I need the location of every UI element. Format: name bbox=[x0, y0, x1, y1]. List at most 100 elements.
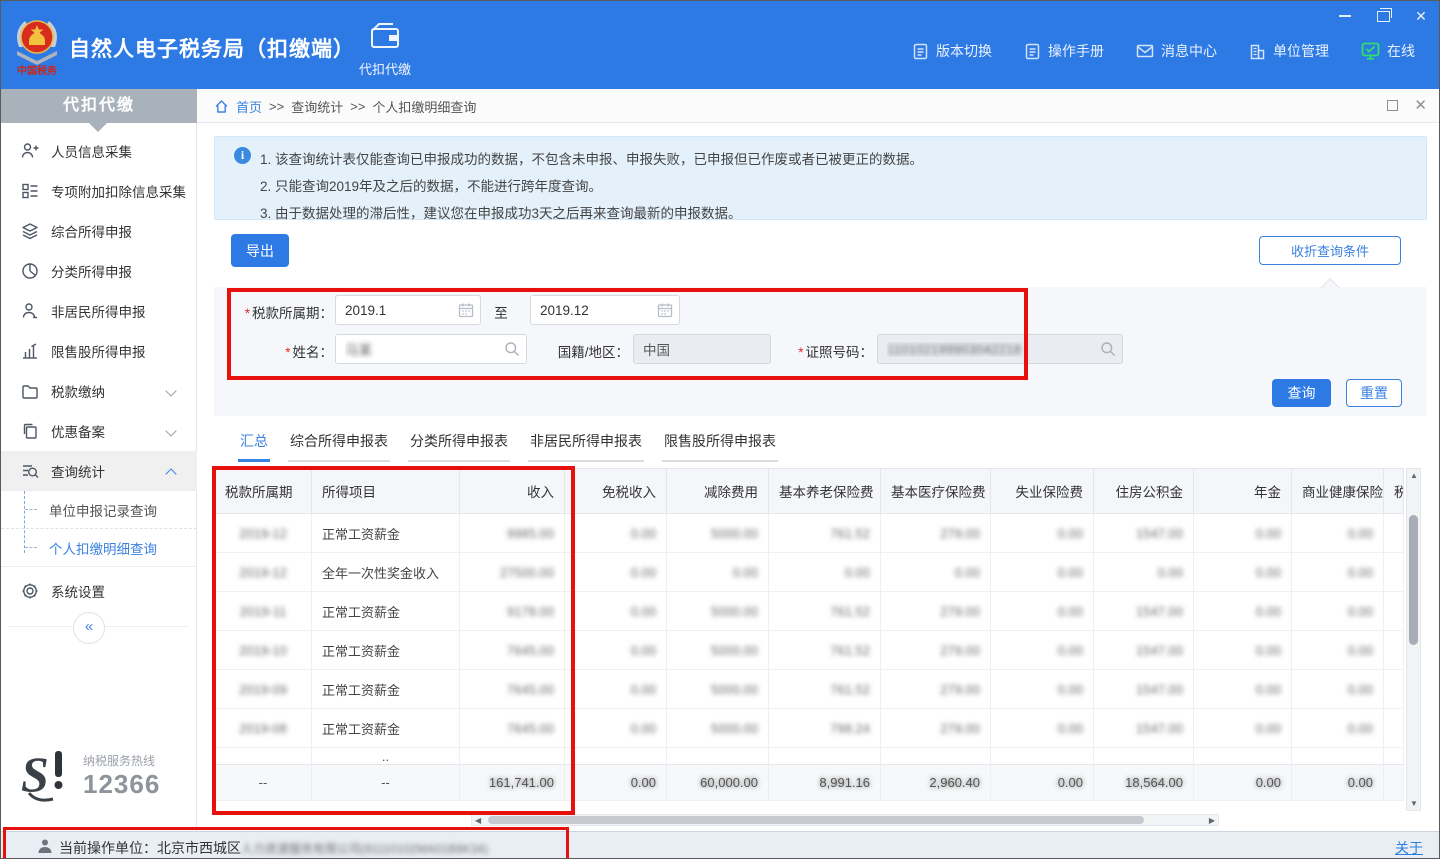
copy-icon bbox=[21, 422, 39, 440]
sidebar-item-comprehensive-income[interactable]: 综合所得申报 bbox=[1, 211, 197, 251]
collapse-query-button[interactable]: 收折查询条件 bbox=[1259, 236, 1401, 265]
breadcrumb-home-link[interactable]: 首页 bbox=[236, 97, 262, 116]
wallet-icon bbox=[369, 21, 401, 51]
sidebar-collapse-button[interactable]: « bbox=[73, 612, 105, 644]
tab-restricted-stock[interactable]: 限售股所得申报表 bbox=[662, 431, 778, 462]
sidebar-item-nonresident-income[interactable]: 非居民所得申报 bbox=[1, 291, 197, 331]
breadcrumb-bar: 首页 >> 查询统计 >> 个人扣缴明细查询 ✕ bbox=[197, 89, 1440, 123]
column-header: 基本养老保险费 bbox=[769, 469, 881, 514]
name-field bbox=[335, 334, 527, 364]
breadcrumb-separator: >> bbox=[350, 99, 365, 114]
chevron-down-icon bbox=[165, 385, 176, 396]
checklist-icon bbox=[21, 182, 39, 200]
unit-name: 北京市西城区 bbox=[157, 840, 241, 856]
document-icon bbox=[912, 43, 929, 60]
name-input[interactable] bbox=[335, 334, 527, 364]
module-tab-label: 代扣代缴 bbox=[345, 59, 425, 78]
period-from-input[interactable] bbox=[335, 295, 481, 325]
sidebar-item-tax-payment[interactable]: 税款缴纳 bbox=[1, 371, 197, 411]
column-header: 基本医疗保险费 bbox=[881, 469, 991, 514]
monitor-check-icon bbox=[1361, 42, 1380, 60]
notice-line: 3. 由于数据处理的滞后性，建议您在申报成功3天之后再来查询最新的申报数据。 bbox=[260, 202, 1410, 222]
sidebar-item-classified-income[interactable]: 分类所得申报 bbox=[1, 251, 197, 291]
tab-withholding-module[interactable]: 代扣代缴 bbox=[345, 15, 425, 81]
vertical-scroll-thumb[interactable] bbox=[1409, 515, 1418, 645]
tab-comprehensive-income[interactable]: 综合所得申报表 bbox=[288, 431, 390, 462]
column-header: 税款所属期 bbox=[215, 469, 312, 514]
notice-line: 2. 只能查询2019年及之后的数据，不能进行跨年度查询。 bbox=[260, 175, 1410, 195]
notice-box: i 1. 该查询统计表仅能查询已申报成功的数据，不包含未申报、申报失败，已申报但… bbox=[214, 136, 1427, 220]
horizontal-scrollbar[interactable]: ◀ ▶ bbox=[471, 814, 1219, 826]
online-label: 在线 bbox=[1387, 41, 1415, 61]
table-total-row: ----161,741.000.0060,000.008,991.162,960… bbox=[215, 765, 1404, 801]
sidebar-item-personnel-info[interactable]: 人员信息采集 bbox=[1, 131, 197, 171]
restore-button[interactable] bbox=[1373, 7, 1393, 25]
scroll-left-icon[interactable]: ◀ bbox=[475, 816, 481, 825]
period-label: *税款所属期： bbox=[219, 302, 333, 322]
menu-manual[interactable]: 操作手册 bbox=[1024, 41, 1104, 61]
period-from-field bbox=[335, 295, 481, 325]
app-title: 自然人电子税务局（扣缴端） bbox=[69, 33, 355, 63]
menu-version-switch[interactable]: 版本切换 bbox=[912, 41, 992, 61]
table-row-clipped: .. bbox=[215, 748, 1404, 765]
sidebar-item-label: 非居民所得申报 bbox=[51, 301, 146, 321]
tab-summary[interactable]: 汇总 bbox=[238, 431, 270, 462]
panel-close-icon[interactable]: ✕ bbox=[1414, 98, 1427, 113]
svg-text:S: S bbox=[21, 747, 49, 802]
about-link[interactable]: 关于 bbox=[1395, 838, 1423, 858]
panel-restore-icon[interactable] bbox=[1387, 100, 1398, 111]
sidebar-item-restricted-stock[interactable]: 限售股所得申报 bbox=[1, 331, 197, 371]
chevron-down-icon bbox=[165, 425, 176, 436]
id-number-label: *证照号码： bbox=[785, 341, 873, 361]
scroll-down-icon[interactable]: ▼ bbox=[1410, 799, 1418, 808]
sidebar-item-special-deduction[interactable]: 专项附加扣除信息采集 bbox=[1, 171, 197, 211]
sidebar-item-label: 综合所得申报 bbox=[51, 221, 132, 241]
minimize-button[interactable] bbox=[1335, 7, 1355, 25]
nationality-input[interactable] bbox=[633, 334, 771, 364]
column-header: 商业健康保险 bbox=[1292, 469, 1384, 514]
sidebar-item-label: 查询统计 bbox=[51, 461, 105, 481]
sidebar-item-label: 系统设置 bbox=[51, 581, 105, 601]
menu-unit-management[interactable]: 单位管理 bbox=[1249, 41, 1329, 61]
close-button[interactable]: ✕ bbox=[1411, 7, 1431, 25]
menu-label: 单位管理 bbox=[1273, 41, 1329, 61]
tab-classified-income[interactable]: 分类所得申报表 bbox=[408, 431, 510, 462]
sidebar-item-label: 优惠备案 bbox=[51, 421, 105, 441]
reset-button[interactable]: 重置 bbox=[1346, 379, 1402, 407]
menu-label: 操作手册 bbox=[1048, 41, 1104, 61]
layers-icon bbox=[21, 222, 39, 240]
sidebar-item-label: 限售股所得申报 bbox=[51, 341, 146, 361]
export-button[interactable]: 导出 bbox=[231, 234, 289, 267]
tab-nonresident-income[interactable]: 非居民所得申报表 bbox=[528, 431, 644, 462]
result-table: 税款所属期所得项目收入免税收入减除费用基本养老保险费基本医疗保险费失业保险费住房… bbox=[214, 468, 1403, 801]
minimize-icon bbox=[1339, 15, 1351, 17]
table-row: 2019-08正常工资薪金7645.000.005000.00798.24279… bbox=[215, 709, 1404, 748]
sidebar-item-system-settings[interactable]: 系统设置 bbox=[1, 571, 197, 611]
tree-stub bbox=[25, 509, 37, 510]
to-label: 至 bbox=[489, 302, 513, 322]
sidebar-item-query-statistics[interactable]: 查询统计 bbox=[1, 451, 197, 491]
online-status[interactable]: 在线 bbox=[1361, 41, 1415, 61]
vertical-scrollbar[interactable]: ▲ ▼ bbox=[1406, 468, 1421, 811]
document-icon bbox=[1024, 43, 1041, 60]
column-header: 年金 bbox=[1194, 469, 1292, 514]
wallet-icon bbox=[21, 382, 39, 400]
breadcrumb: 首页 >> 查询统计 >> 个人扣缴明细查询 bbox=[214, 97, 476, 116]
id-number-input[interactable] bbox=[877, 334, 1123, 364]
sidebar-item-preferential-filing[interactable]: 优惠备案 bbox=[1, 411, 197, 451]
horizontal-scroll-thumb[interactable] bbox=[488, 816, 1144, 824]
menu-message-center[interactable]: 消息中心 bbox=[1136, 41, 1217, 61]
search-button[interactable]: 查询 bbox=[1272, 379, 1331, 407]
sidebar: 代扣代缴 人员信息采集 专项附加扣除信息采集 综合所得申报 分类所得申报 非居民… bbox=[1, 89, 197, 831]
period-to-input[interactable] bbox=[530, 295, 680, 325]
scroll-up-icon[interactable]: ▲ bbox=[1410, 471, 1418, 480]
tree-guide bbox=[24, 491, 25, 553]
separator bbox=[1, 566, 197, 567]
column-header: 失业保险费 bbox=[991, 469, 1094, 514]
breadcrumb-level1: 查询统计 bbox=[291, 97, 343, 116]
app-window: 中国税务 自然人电子税务局（扣缴端） 代扣代缴 版本切换 bbox=[0, 0, 1440, 859]
id-number-field bbox=[877, 334, 1123, 364]
scroll-right-icon[interactable]: ▶ bbox=[1209, 816, 1215, 825]
hotline-block: S 纳税服务热线 12366 bbox=[19, 747, 160, 805]
table-row: 2019-12全年一次性奖金收入27500.000.000.000.000.00… bbox=[215, 553, 1404, 592]
